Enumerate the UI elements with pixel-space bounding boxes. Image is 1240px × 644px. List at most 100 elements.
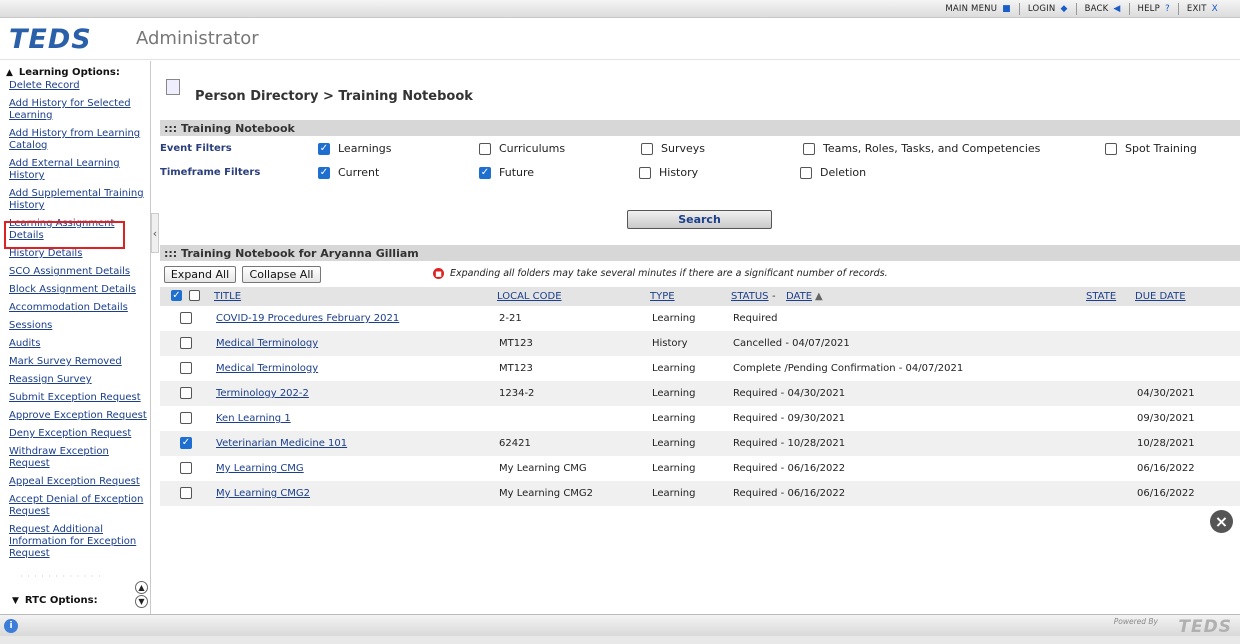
filter-label: History bbox=[659, 166, 699, 179]
col-due-date[interactable]: DUE DATE bbox=[1135, 291, 1186, 302]
row-title-link[interactable]: Ken Learning 1 bbox=[216, 413, 291, 424]
sidebar-link[interactable]: Add External Learning History bbox=[9, 158, 120, 181]
event-filter-2[interactable]: Surveys bbox=[641, 142, 705, 155]
help-link[interactable]: HELP? bbox=[1130, 3, 1179, 15]
checked-checkbox[interactable]: ✓ bbox=[318, 166, 330, 179]
table-row: ✓ Veterinarian Medicine 101 62421 Learning R… bbox=[160, 431, 1240, 456]
unchecked-checkbox[interactable] bbox=[479, 142, 491, 155]
row-checkbox[interactable] bbox=[180, 387, 192, 399]
checked-checkbox[interactable]: ✓ bbox=[318, 142, 330, 155]
row-checked-checkbox[interactable]: ✓ bbox=[180, 437, 192, 449]
collapse-all-button[interactable]: Collapse All bbox=[242, 266, 321, 283]
col-title[interactable]: TITLE bbox=[214, 291, 241, 302]
collapse-sidebar-handle[interactable]: ‹ bbox=[151, 213, 159, 253]
main-menu-link[interactable]: MAIN MENU ■ bbox=[937, 3, 1020, 15]
learning-options-toggle[interactable]: ▲ Learning Options: bbox=[6, 67, 150, 78]
timeframe-filter-2[interactable]: History bbox=[639, 166, 698, 179]
col-status[interactable]: STATUS bbox=[731, 291, 769, 302]
scroll-down-icon[interactable]: ▼ bbox=[135, 595, 148, 608]
sidebar-link[interactable]: Audits bbox=[9, 338, 40, 349]
select-all-checked-checkbox[interactable]: ✓ bbox=[171, 290, 182, 301]
sidebar-link[interactable]: Block Assignment Details bbox=[9, 284, 136, 295]
sidebar-link[interactable]: Add History from Learning Catalog bbox=[9, 128, 140, 151]
scroll-up-icon[interactable]: ▲ bbox=[135, 581, 148, 594]
sidebar-link[interactable]: Accept Denial of Exception Request bbox=[9, 494, 143, 517]
close-icon[interactable]: × bbox=[1210, 510, 1233, 533]
sidebar-link[interactable]: SCO Assignment Details bbox=[9, 266, 130, 277]
sidebar-item: Delete Record bbox=[9, 80, 149, 92]
row-type: Learning bbox=[652, 463, 696, 474]
search-button[interactable]: Search bbox=[627, 210, 772, 229]
row-status: Required - 04/30/2021 bbox=[733, 388, 846, 399]
timeframe-filter-3[interactable]: Deletion bbox=[800, 166, 866, 179]
triangle-down-icon: ▼ bbox=[12, 595, 19, 606]
row-checkbox[interactable] bbox=[180, 412, 192, 424]
unchecked-checkbox[interactable] bbox=[1105, 142, 1117, 155]
row-title-link[interactable]: Veterinarian Medicine 101 bbox=[216, 438, 347, 449]
expand-all-button[interactable]: Expand All bbox=[164, 266, 236, 283]
sidebar-item: Request Additional Information for Excep… bbox=[9, 524, 149, 560]
row-due-date: 06/16/2022 bbox=[1137, 463, 1195, 474]
timeframe-filter-1[interactable]: ✓ Future bbox=[479, 166, 534, 179]
top-menu-bar: MAIN MENU ■ LOGIN ◆ BACK ◀ HELP? EXIT X bbox=[0, 0, 1240, 18]
sidebar-link[interactable]: Accommodation Details bbox=[9, 302, 128, 313]
event-filter-3[interactable]: Teams, Roles, Tasks, and Competencies bbox=[803, 142, 1040, 155]
back-link[interactable]: BACK ◀ bbox=[1077, 3, 1130, 15]
sidebar-item: Add External Learning History bbox=[9, 158, 149, 182]
select-none-checkbox[interactable] bbox=[189, 290, 200, 301]
event-filter-0[interactable]: ✓ Learnings bbox=[318, 142, 392, 155]
col-local-code[interactable]: LOCAL CODE bbox=[497, 291, 562, 302]
row-checkbox[interactable] bbox=[180, 487, 192, 499]
sidebar-link[interactable]: Add History for Selected Learning bbox=[9, 98, 131, 121]
unchecked-checkbox[interactable] bbox=[641, 142, 653, 155]
sidebar-link[interactable]: Sessions bbox=[9, 320, 52, 331]
table-row: Medical Terminology MT123 Learning Complete… bbox=[160, 356, 1240, 381]
warning-text: Expanding all folders may take several m… bbox=[450, 268, 888, 279]
unchecked-checkbox[interactable] bbox=[803, 142, 815, 155]
sidebar-item: Withdraw Exception Request bbox=[9, 446, 149, 470]
row-title-link[interactable]: My Learning CMG bbox=[216, 463, 304, 474]
sidebar-link[interactable]: Delete Record bbox=[9, 80, 80, 91]
sidebar-link[interactable]: Request Additional Information for Excep… bbox=[9, 524, 136, 559]
col-date[interactable]: DATE bbox=[786, 291, 812, 302]
row-title-link[interactable]: COVID-19 Procedures February 2021 bbox=[216, 313, 399, 324]
unchecked-checkbox[interactable] bbox=[639, 166, 651, 179]
sidebar-link[interactable]: Approve Exception Request bbox=[9, 410, 147, 421]
filter-label: Deletion bbox=[820, 166, 867, 179]
col-state[interactable]: STATE bbox=[1086, 291, 1116, 302]
results-section-header: ::: Training Notebook for Aryanna Gillia… bbox=[160, 245, 1240, 261]
row-status: Required - 09/30/2021 bbox=[733, 413, 846, 424]
sidebar-link[interactable]: Mark Survey Removed bbox=[9, 356, 122, 367]
row-checkbox[interactable] bbox=[180, 362, 192, 374]
row-checkbox[interactable] bbox=[180, 462, 192, 474]
checked-checkbox[interactable]: ✓ bbox=[479, 166, 491, 179]
sidebar-link[interactable]: Add Supplemental Training History bbox=[9, 188, 144, 211]
row-type: Learning bbox=[652, 413, 696, 424]
sidebar-link[interactable]: History Details bbox=[9, 248, 82, 259]
info-icon[interactable]: i bbox=[4, 619, 18, 633]
sidebar-link[interactable]: Appeal Exception Request bbox=[9, 476, 140, 487]
rtc-options-toggle[interactable]: ▼ RTC Options: bbox=[12, 595, 98, 606]
row-title-link[interactable]: My Learning CMG2 bbox=[216, 488, 310, 499]
sidebar-link[interactable]: Withdraw Exception Request bbox=[9, 446, 109, 469]
warning-message: ■ Expanding all folders may take several … bbox=[433, 268, 888, 279]
row-title-link[interactable]: Terminology 202-2 bbox=[216, 388, 309, 399]
login-link[interactable]: LOGIN ◆ bbox=[1020, 3, 1077, 15]
row-checkbox[interactable] bbox=[180, 337, 192, 349]
sidebar-link[interactable]: Reassign Survey bbox=[9, 374, 92, 385]
exit-link[interactable]: EXIT X bbox=[1179, 3, 1226, 15]
sidebar-item: SCO Assignment Details bbox=[9, 266, 149, 278]
stop-icon: ■ bbox=[433, 268, 444, 279]
row-checkbox[interactable] bbox=[180, 312, 192, 324]
sidebar-item: Reassign Survey bbox=[9, 374, 149, 386]
col-type[interactable]: TYPE bbox=[650, 291, 675, 302]
event-filter-1[interactable]: Curriculums bbox=[479, 142, 565, 155]
sidebar-link[interactable]: Submit Exception Request bbox=[9, 392, 141, 403]
row-title-link[interactable]: Medical Terminology bbox=[216, 363, 318, 374]
unchecked-checkbox[interactable] bbox=[800, 166, 812, 179]
row-title-link[interactable]: Medical Terminology bbox=[216, 338, 318, 349]
timeframe-filter-0[interactable]: ✓ Current bbox=[318, 166, 379, 179]
event-filter-4[interactable]: Spot Training bbox=[1105, 142, 1197, 155]
rtc-options-heading: RTC Options: bbox=[24, 595, 98, 606]
sidebar-link[interactable]: Deny Exception Request bbox=[9, 428, 131, 439]
